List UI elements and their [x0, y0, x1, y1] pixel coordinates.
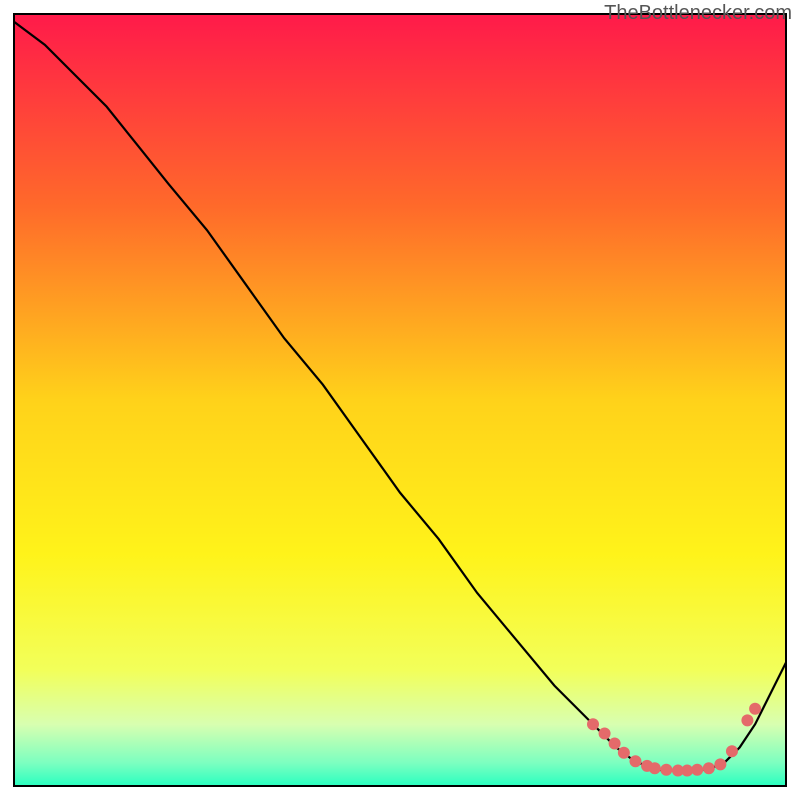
data-marker: [660, 764, 672, 776]
data-marker: [741, 714, 753, 726]
data-marker: [691, 764, 703, 776]
data-marker: [749, 703, 761, 715]
chart-svg: [0, 0, 800, 800]
attribution-label: TheBottlenecker.com: [604, 2, 792, 25]
data-marker: [629, 755, 641, 767]
data-marker: [587, 718, 599, 730]
data-marker: [726, 745, 738, 757]
data-marker: [703, 762, 715, 774]
data-marker: [609, 738, 621, 750]
data-marker: [618, 747, 630, 759]
gradient-background: [14, 14, 786, 786]
data-marker: [714, 758, 726, 770]
chart-container: TheBottlenecker.com: [0, 0, 800, 800]
data-marker: [599, 728, 611, 740]
data-marker: [649, 762, 661, 774]
